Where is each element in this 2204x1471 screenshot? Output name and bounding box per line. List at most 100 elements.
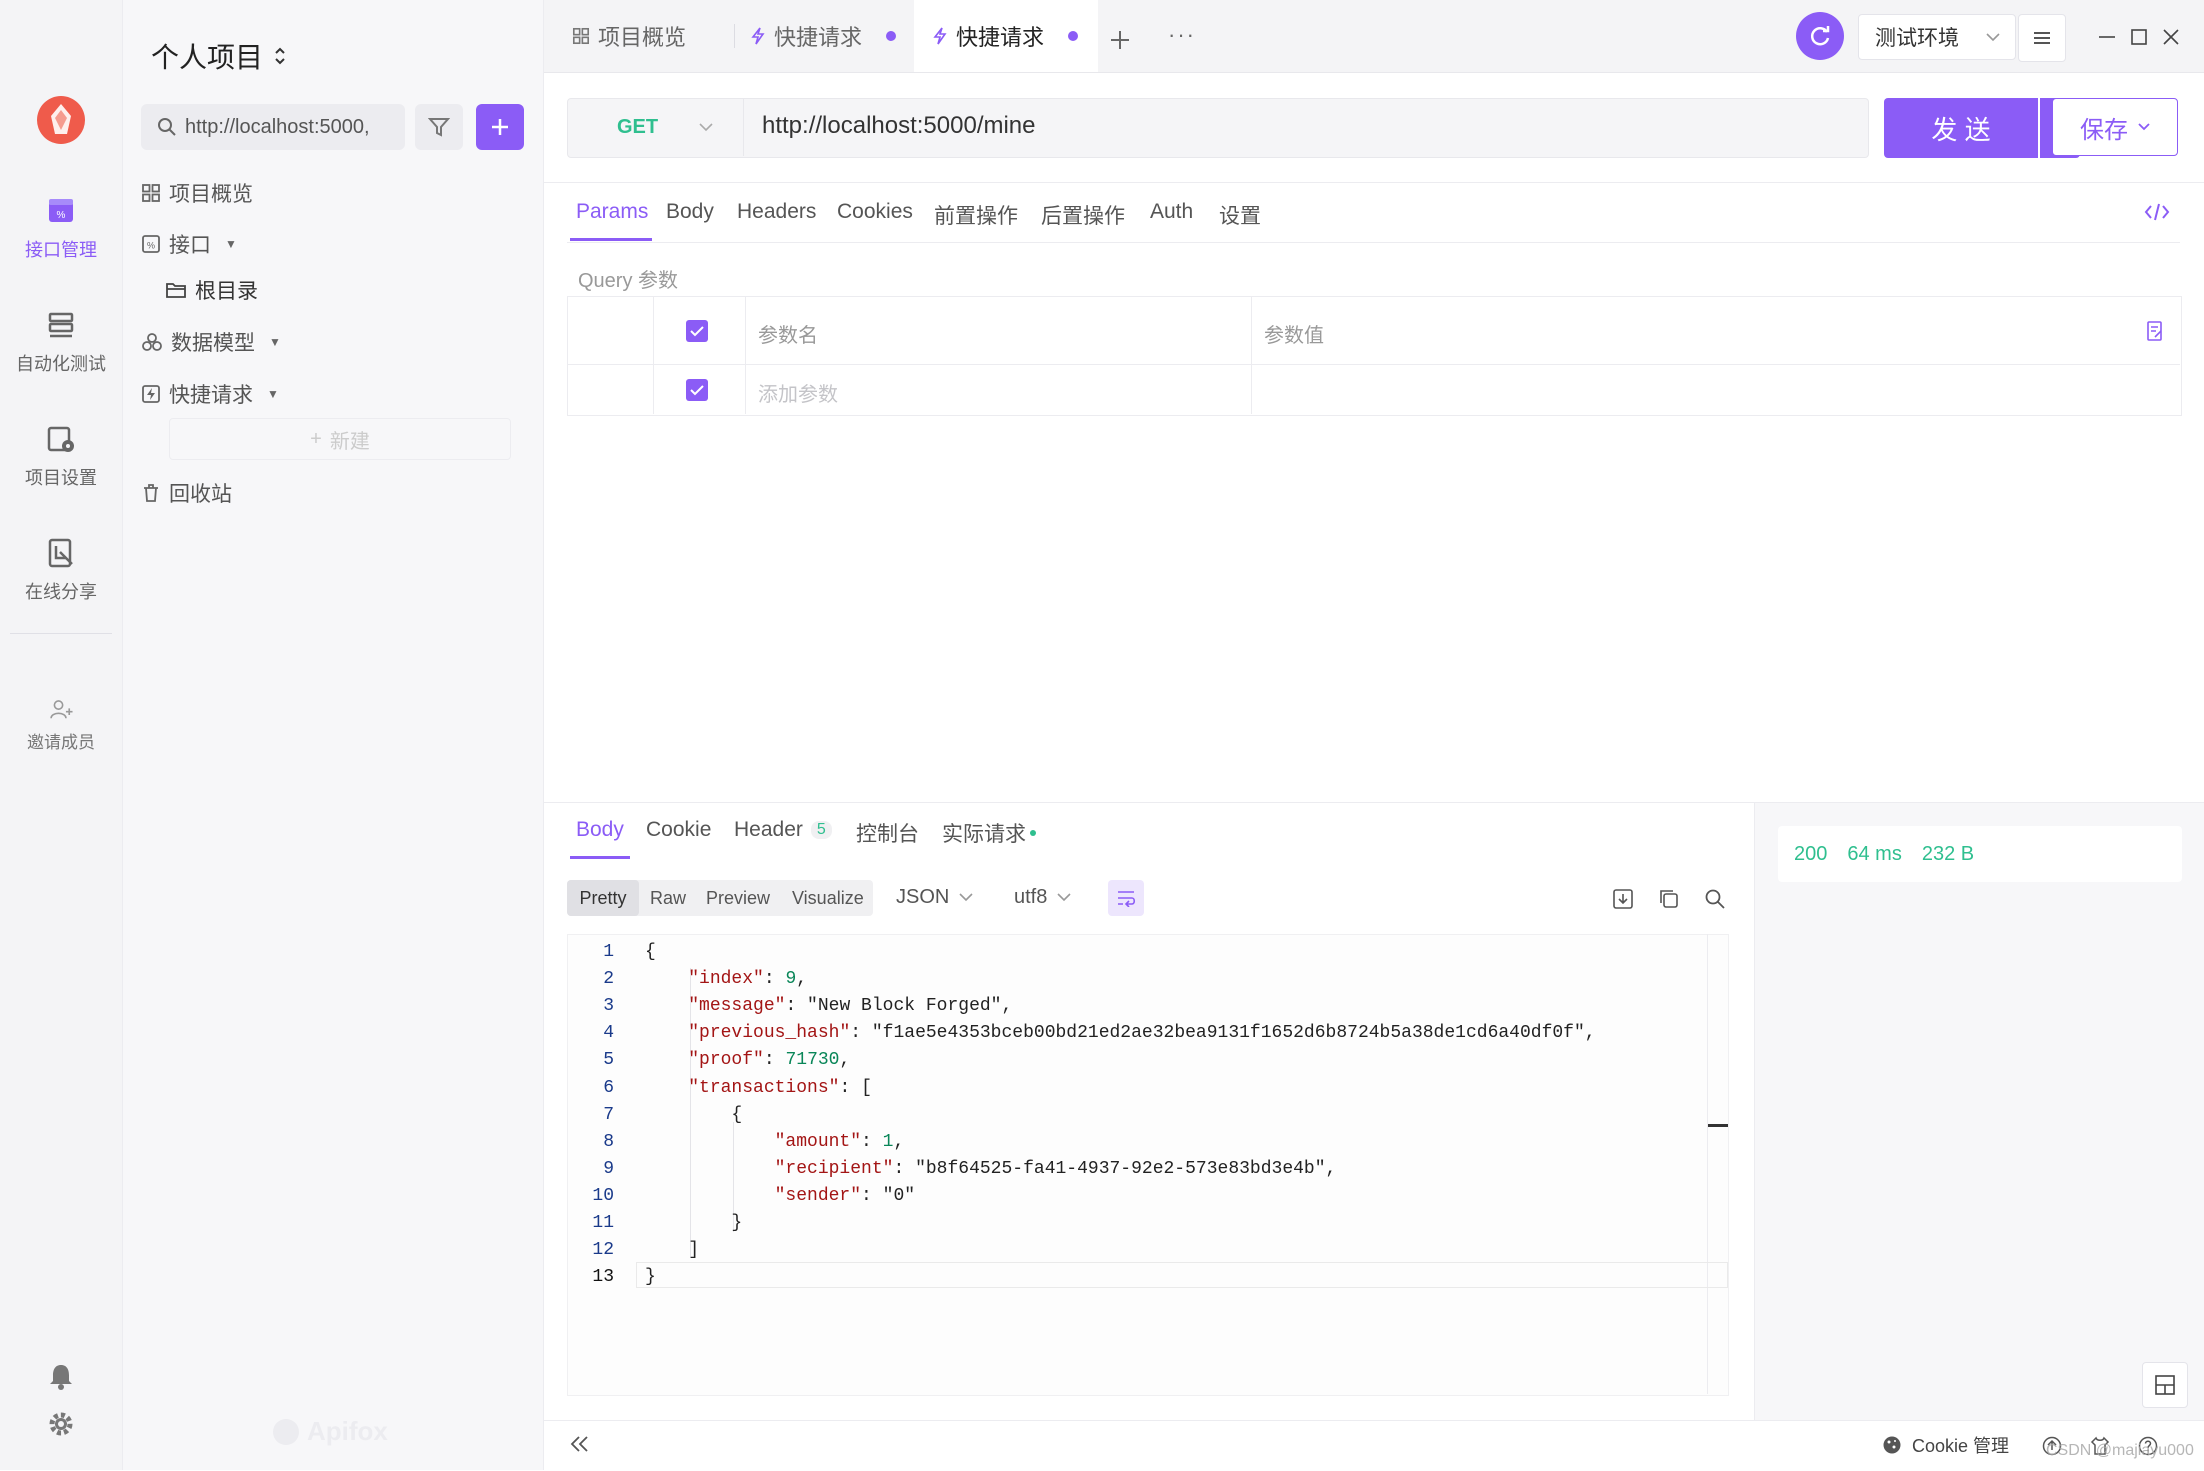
wrap-toggle[interactable] [1108,880,1144,916]
view-pretty[interactable]: Pretty [567,880,639,916]
line-number: 4 [603,1023,614,1044]
tree-interfaces[interactable]: % 接口 ▼ [141,229,237,259]
chevron-down-icon [959,893,973,902]
editor-scroll-thumb[interactable] [1708,1124,1728,1127]
format-select[interactable]: JSON [896,886,973,909]
code-line: } [645,1267,656,1288]
tree-quick-requests[interactable]: 快捷请求 ▼ [141,379,279,409]
tab-params[interactable]: Params [576,200,648,224]
rail-automation[interactable]: 自动化测试 [0,308,122,376]
encoding-label: utf8 [1014,886,1048,908]
copy-icon[interactable] [1658,888,1680,910]
tab-pre-processors[interactable]: 前置操作 [934,200,1018,230]
tree-label: 接口 [169,234,211,257]
rail-label: 邀请成员 [27,733,95,752]
resp-tab-actual-request[interactable]: 实际请求 [942,818,1036,848]
collapse-left-icon[interactable] [568,1434,590,1454]
cookie-manager-button[interactable]: Cookie 管理 [1882,1432,2009,1458]
tree-models[interactable]: 数据模型 ▼ [141,327,281,357]
new-tab-icon[interactable] [1108,28,1132,52]
filter-button[interactable] [415,104,463,150]
resp-tab-console[interactable]: 控制台 [856,818,919,848]
tab-post-processors[interactable]: 后置操作 [1041,200,1125,230]
rail-divider [10,633,112,634]
method-label: GET [617,115,659,138]
view-preview[interactable]: Preview [706,888,770,909]
svg-text:%: % [147,241,155,251]
response-sidepanel [1754,803,2204,1420]
cookie-manager-label: Cookie 管理 [1912,1436,2010,1456]
resp-tab-body[interactable]: Body [576,818,624,842]
sidebar: 个人项目 http://localhost:5000, 项目概览 % 接口 ▼ … [123,0,544,1470]
tree-label: 根目录 [195,280,258,303]
response-status: 200 64 ms 232 B [1778,826,2182,882]
tab-overview[interactable]: 项目概览 [572,0,686,72]
view-visualize[interactable]: Visualize [792,888,864,909]
environment-select[interactable]: 测试环境 [1858,14,2016,60]
tree-root-folder[interactable]: 根目录 [165,275,258,305]
maximize-icon[interactable] [2130,28,2148,46]
tab-settings[interactable]: 设置 [1219,200,1261,230]
tree-trash[interactable]: 回收站 [141,478,232,508]
tab-body[interactable]: Body [666,200,714,224]
tab-quick-request-1[interactable]: 快捷请求 [750,0,910,72]
invite-member-icon [50,700,73,719]
add-button[interactable] [476,104,524,150]
more-tabs-icon[interactable]: ··· [1168,22,1196,48]
search-input[interactable]: http://localhost:5000, [185,116,370,139]
unsaved-dot [886,31,897,41]
project-switcher[interactable]: 个人项目 [151,36,287,76]
environment-label: 测试环境 [1875,27,1959,50]
download-icon[interactable] [1612,888,1634,910]
tab-label: 快捷请求 [956,25,1045,50]
close-icon[interactable] [2162,28,2180,46]
rail-share[interactable]: 在线分享 [0,536,122,604]
project-settings-icon [47,426,74,452]
new-param-checkbox[interactable] [686,379,708,401]
resp-tab-header[interactable]: Header 5 [734,818,832,842]
resp-tab-label: Header [734,818,803,841]
bulk-edit-icon[interactable] [2146,320,2164,342]
bolt-icon [933,27,947,45]
search-box[interactable]: http://localhost:5000, [141,104,405,150]
tree-label: 数据模型 [171,332,255,355]
tab-headers[interactable]: Headers [737,200,816,224]
caret-down-icon: ▼ [225,237,237,251]
tab-cookies[interactable]: Cookies [837,200,913,224]
line-number: 6 [603,1077,614,1098]
select-all-checkbox[interactable] [686,320,708,342]
sync-button[interactable] [1796,12,1844,60]
resp-active-underline [570,856,630,859]
params-col-divider-3 [1251,296,1252,414]
search-icon[interactable] [1704,888,1726,910]
minimize-icon[interactable] [2098,28,2116,46]
response-time: 64 ms [1847,842,1902,865]
add-param-input[interactable]: 添加参数 [758,378,838,407]
line-number: 7 [603,1104,614,1125]
encoding-select[interactable]: utf8 [1014,886,1071,909]
send-label: 发 送 [1931,114,1991,145]
layout-toggle-button[interactable] [2142,1362,2188,1408]
url-input[interactable]: http://localhost:5000/mine [762,112,1036,140]
new-button[interactable]: + 新建 [169,418,511,460]
code-icon[interactable] [2144,202,2170,222]
tab-auth[interactable]: Auth [1150,200,1193,224]
resp-tab-cookie[interactable]: Cookie [646,818,711,842]
rail-invite[interactable]: 邀请成员 [0,696,122,753]
format-label: JSON [896,886,950,908]
view-raw[interactable]: Raw [650,888,686,909]
rail-api-management[interactable]: % 接口管理 [0,194,122,262]
method-select[interactable]: GET [567,98,744,156]
rail-project-settings[interactable]: 项目设置 [0,422,122,490]
bell-icon[interactable] [48,1362,74,1390]
gear-icon[interactable] [48,1411,74,1437]
tree-overview[interactable]: 项目概览 [141,178,253,208]
save-button[interactable]: 保存 [2052,98,2178,156]
status-code: 200 [1794,842,1828,865]
trash-icon [144,484,158,502]
param-name-header: 参数名 [758,325,818,347]
tab-quick-request-2[interactable]: 快捷请求 [914,0,1099,72]
rail-label: 在线分享 [25,582,97,602]
send-button[interactable]: 发 送 [1884,98,2038,158]
environment-menu-button[interactable] [2018,14,2066,62]
